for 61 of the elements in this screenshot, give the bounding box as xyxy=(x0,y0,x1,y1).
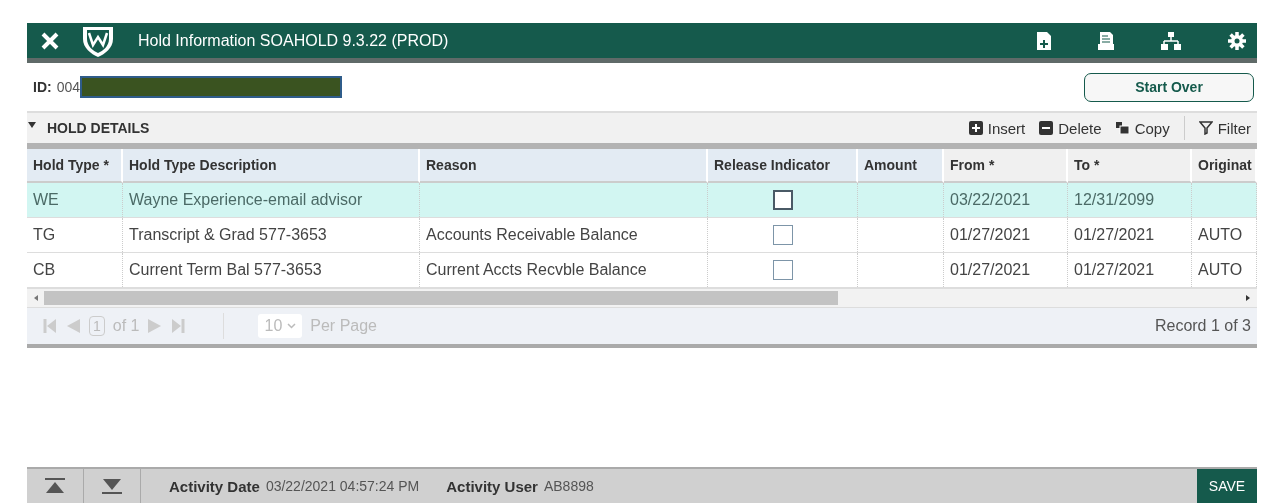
table-cell: CB xyxy=(33,261,56,279)
start-over-button[interactable]: Start Over xyxy=(1084,72,1254,102)
column-header[interactable]: To * xyxy=(1068,149,1192,183)
table-cell: Wayne Experience-email advisor xyxy=(129,191,363,209)
arrow-to-top-icon xyxy=(44,478,66,494)
activity-user-label: Activity User xyxy=(446,477,538,495)
scrollbar-thumb[interactable] xyxy=(44,291,838,305)
minus-icon xyxy=(1039,121,1054,135)
activity-date-label: Activity Date xyxy=(169,477,260,495)
per-page-label: Per Page xyxy=(310,317,377,335)
table-cell: Current Accts Recvble Balance xyxy=(426,261,647,279)
save-button[interactable]: SAVE xyxy=(1197,469,1257,503)
page-count: of 1 xyxy=(112,317,140,335)
insert-button[interactable]: Insert xyxy=(968,119,1026,137)
table-row[interactable]: TG Transcript & Grad 577-3653 Accounts Receivable Balance 01/27/2021 01/27/2021 AUTO xyxy=(27,218,1257,253)
table-row[interactable]: WE Wayne Experience-email advisor 03/22/2021 12/31/2099 xyxy=(27,183,1257,218)
table-cell: 01/27/2021 xyxy=(1074,261,1155,279)
column-header[interactable]: Hold Type Description xyxy=(123,149,420,183)
section-title: HOLD DETAILS xyxy=(47,120,150,136)
delete-button[interactable]: Delete xyxy=(1039,119,1102,137)
column-header[interactable]: From * xyxy=(944,149,1068,183)
id-label: ID: xyxy=(33,79,52,95)
release-checkbox[interactable] xyxy=(772,225,793,245)
window-title: Hold Information SOAHOLD 9.3.22 (PROD) xyxy=(138,31,449,50)
hierarchy-icon[interactable] xyxy=(1160,30,1182,51)
table-cell: 12/31/2099 xyxy=(1074,191,1155,209)
table-cell: AUTO xyxy=(1198,226,1243,244)
release-checkbox[interactable] xyxy=(772,260,793,280)
activity-user-value: AB8898 xyxy=(543,478,594,494)
table-row[interactable]: CB Current Term Bal 577-3653 Current Accts Recvble Balance 01/27/2021 01/27/2021 AUTO xyxy=(27,253,1257,288)
table-cell: 01/27/2021 xyxy=(950,261,1031,279)
document-icon[interactable] xyxy=(1097,30,1115,51)
table-cell: WE xyxy=(33,191,59,209)
activity-date-value: 03/22/2021 04:57:24 PM xyxy=(265,478,420,494)
filter-button[interactable]: Filter xyxy=(1198,119,1251,137)
copy-button[interactable]: Copy xyxy=(1115,119,1170,137)
column-header[interactable]: Amount xyxy=(858,149,944,183)
table-cell: 03/22/2021 xyxy=(950,191,1031,209)
table-cell: TG xyxy=(33,226,56,244)
release-checkbox[interactable] xyxy=(772,190,793,210)
caret-icon[interactable] xyxy=(28,122,36,128)
id-value: 004 xyxy=(56,79,81,95)
column-header[interactable]: Originat xyxy=(1192,149,1257,183)
settings-icon[interactable] xyxy=(1227,30,1247,51)
add-document-icon[interactable] xyxy=(1036,30,1052,51)
column-header[interactable]: Release Indicator xyxy=(708,149,858,183)
plus-icon xyxy=(968,121,983,135)
column-header[interactable]: Reason xyxy=(420,149,708,183)
chevron-down-icon xyxy=(287,323,297,329)
filter-icon xyxy=(1198,121,1213,135)
close-icon[interactable] xyxy=(40,30,60,51)
table-cell: Accounts Receivable Balance xyxy=(426,226,638,244)
column-header[interactable]: Hold Type * xyxy=(27,149,123,183)
table-cell: Transcript & Grad 577-3653 xyxy=(129,226,327,244)
table-cell: 01/27/2021 xyxy=(1074,226,1155,244)
arrow-to-bottom-icon xyxy=(101,478,123,494)
table-cell: 01/27/2021 xyxy=(950,226,1031,244)
table-cell: AUTO xyxy=(1198,261,1243,279)
record-count: Record 1 of 3 xyxy=(1154,317,1251,335)
copy-icon xyxy=(1115,122,1130,134)
table-cell: Current Term Bal 577-3653 xyxy=(129,261,322,279)
